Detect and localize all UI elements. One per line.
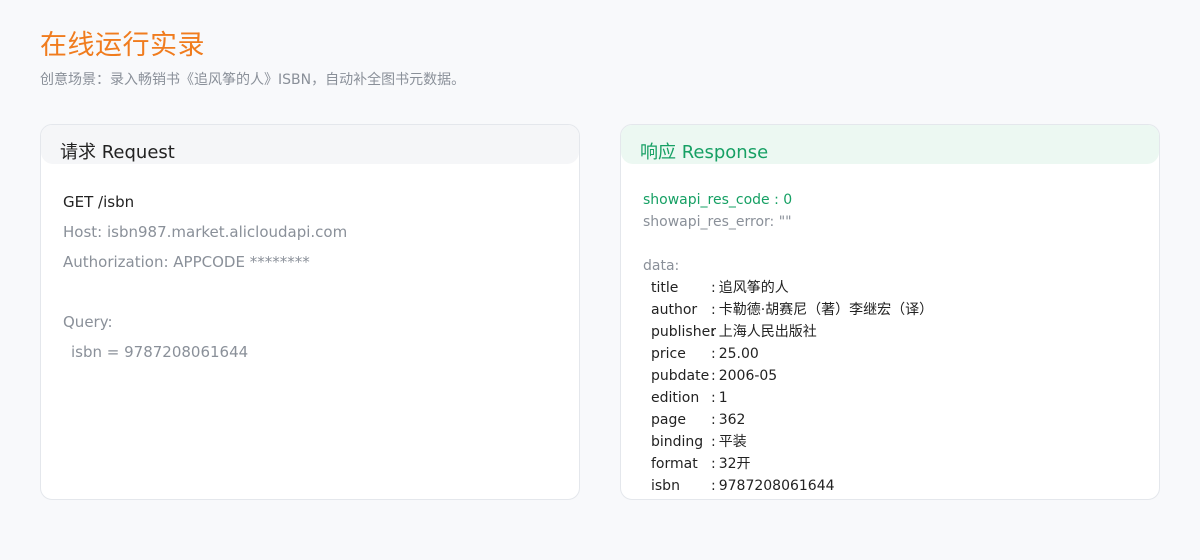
field-key: isbn [651,478,680,494]
request-panel: 请求 Request GET /isbn Host: isbn987.marke… [40,124,580,500]
field-value: 追风筝的人 [718,280,789,296]
response-res-error: showapi_res_error: "" [643,214,792,230]
page-subtitle: 创意场景：录入畅销书《追风筝的人》ISBN，自动补全图书元数据。 [40,72,466,88]
request-auth-line: Authorization: APPCODE ******** [63,253,310,271]
response-panel-body: showapi_res_code : 0 showapi_res_error: … [621,164,1159,497]
response-field-edition: edition:1 [643,387,1137,409]
field-value: 平装 [718,434,747,450]
field-key: binding [651,434,704,450]
field-value: 1 [718,390,728,406]
field-key: format [651,456,698,472]
response-field-author: author: 卡勒德·胡赛尼（著）李继宏（译） [643,299,1137,321]
field-key: publisher [651,324,716,340]
field-key: edition [651,390,700,406]
field-key: pubdate [651,368,710,384]
response-panel: 响应 Response showapi_res_code : 0 showapi… [620,124,1160,500]
response-field-isbn: isbn:9787208061644 [643,475,1137,497]
response-data-label: data: [643,258,680,274]
response-field-format: format:32开 [643,453,1137,475]
request-query-label: Query: [63,313,113,331]
field-key: price [651,346,686,362]
field-value: 25.00 [718,346,759,362]
field-value: 362 [718,412,746,428]
field-key: page [651,412,686,428]
field-key: title [651,280,679,296]
field-key: author [651,302,698,318]
response-res-code: showapi_res_code : 0 [643,192,793,208]
response-field-publisher: publisher: 上海人民出版社 [643,321,1137,343]
field-value: 上海人民出版社 [718,324,817,340]
field-value: 32开 [718,456,751,472]
request-host-line: Host: isbn987.market.alicloudapi.com [63,223,348,241]
request-method-line: GET /isbn [63,193,135,211]
request-panel-body: GET /isbn Host: isbn987.market.aliclouda… [41,164,579,367]
response-field-pubdate: pubdate:2006-05 [643,365,1137,387]
request-spacer [63,277,557,307]
field-value: 卡勒德·胡赛尼（著）李继宏（译） [718,302,934,318]
response-field-binding: binding: 平装 [643,431,1137,453]
field-value: 2006-05 [718,368,778,384]
response-field-price: price:25.00 [643,343,1137,365]
response-field-page: page:362 [643,409,1137,431]
request-query-isbn: isbn = 9787208061644 [71,343,249,361]
field-value: 9787208061644 [718,478,835,494]
response-spacer [643,233,1137,255]
response-panel-title: 响应 Response [621,125,1159,164]
request-panel-title: 请求 Request [41,125,579,164]
page-title: 在线运行实录 [40,30,205,61]
response-field-title: title: 追风筝的人 [643,277,1137,299]
